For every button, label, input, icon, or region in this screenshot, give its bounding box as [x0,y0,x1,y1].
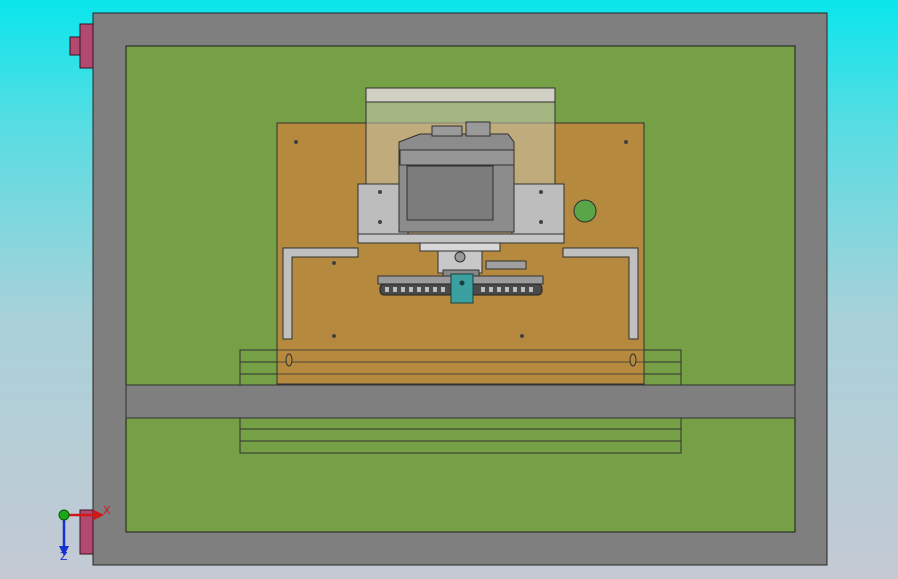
z-axis-label: Z [60,550,68,563]
green-knob [573,199,597,223]
x-axis-label: X [103,504,111,517]
mount-screw [459,280,465,286]
right-slot-hole [629,353,637,367]
bottom-left-clamp [79,509,94,555]
teal-mount-block [450,273,474,304]
cad-graphics-area[interactable]: X Z [0,0,898,579]
cross-beam [125,384,796,419]
lower-rails [239,417,682,454]
triad-origin-icon [58,509,70,521]
device-body [398,121,515,233]
left-slot-hole [285,353,293,367]
top-left-clamp [69,23,94,69]
